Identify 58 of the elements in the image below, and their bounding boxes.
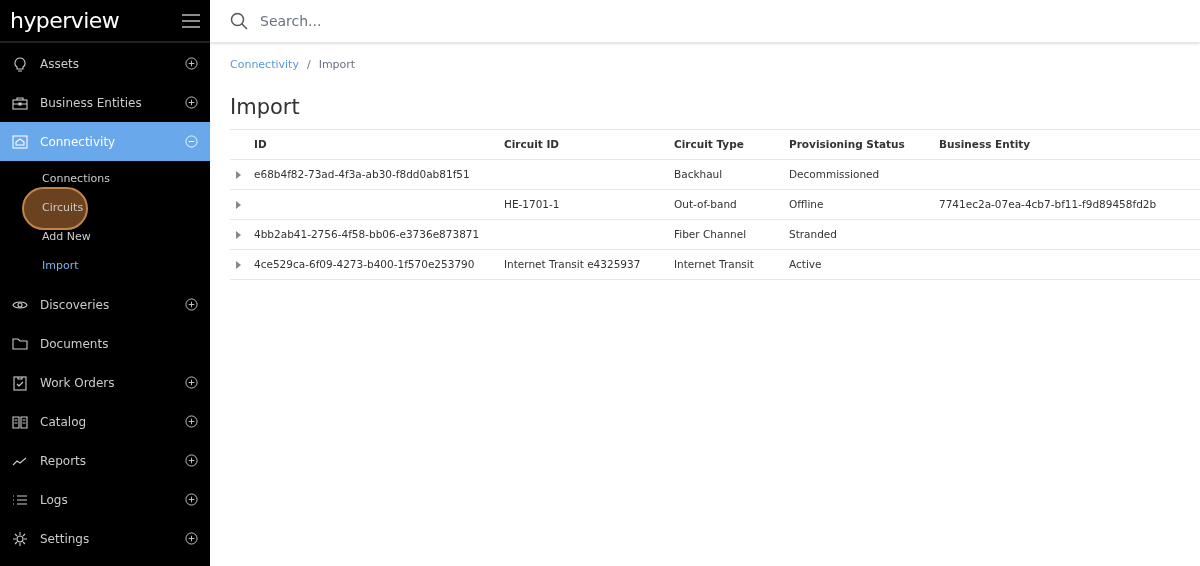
submenu-item[interactable]: Add New bbox=[42, 229, 91, 246]
expand-icon[interactable] bbox=[185, 57, 198, 70]
column-header: Provisioning Status bbox=[789, 137, 905, 150]
folder-icon bbox=[12, 335, 28, 352]
expand-row-icon[interactable] bbox=[236, 170, 241, 179]
table-cell: HE-1701-1 bbox=[504, 197, 560, 210]
table-cell: 4ce529ca-6f09-4273-b400-1f570e253790 bbox=[254, 257, 475, 270]
column-header: ID bbox=[254, 137, 267, 150]
column-header: Circuit Type bbox=[674, 137, 744, 150]
table-cell: Internet Transit bbox=[674, 257, 754, 270]
column-header: Business Entity bbox=[939, 137, 1031, 150]
lightbulb-icon bbox=[12, 55, 28, 72]
table-cell: Active bbox=[789, 257, 822, 270]
expand-icon[interactable] bbox=[185, 376, 198, 389]
logo[interactable]: hyperview bbox=[10, 4, 120, 37]
expand-icon[interactable] bbox=[185, 493, 198, 506]
expand-row-icon[interactable] bbox=[236, 200, 241, 209]
table-cell: 4bb2ab41-2756-4f58-bb06-e3736e873871 bbox=[254, 227, 480, 240]
table-cell: Internet Transit e4325937 bbox=[504, 257, 641, 270]
sidebar-item[interactable]: Reports bbox=[0, 441, 210, 480]
expand-icon[interactable] bbox=[185, 96, 198, 109]
column-header: Circuit ID bbox=[504, 137, 560, 150]
book-icon bbox=[12, 413, 28, 430]
table-cell: Offline bbox=[789, 197, 824, 210]
sidebar-item[interactable]: Settings bbox=[0, 519, 210, 558]
sidebar-item[interactable]: Business Entities bbox=[0, 83, 210, 122]
table-cell: Backhaul bbox=[674, 167, 723, 180]
table-cell: 7741ec2a-07ea-4cb7-bf11-f9d89458fd2b bbox=[939, 197, 1157, 210]
search-field[interactable]: Search... bbox=[260, 10, 1180, 32]
expand-row-icon[interactable] bbox=[236, 230, 241, 239]
table-cell: Fiber Channel bbox=[674, 227, 747, 240]
table-cell: e68b4f82-73ad-4f3a-ab30-f8dd0ab81f51 bbox=[254, 167, 470, 180]
sidebar-item[interactable]: Documents bbox=[0, 324, 210, 363]
expand-icon[interactable] bbox=[185, 415, 198, 428]
sidebar-item[interactable]: Work Orders bbox=[0, 363, 210, 402]
expand-row-icon[interactable] bbox=[236, 260, 241, 269]
table-cell: Decommissioned bbox=[789, 167, 880, 180]
submenu-item[interactable]: Import bbox=[42, 258, 79, 275]
settings-icon bbox=[12, 530, 28, 547]
expand-icon[interactable] bbox=[185, 298, 198, 311]
breadcrumb-separator: / bbox=[306, 57, 311, 73]
clipboard-icon bbox=[12, 374, 28, 391]
sidebar-item[interactable]: Logs bbox=[0, 480, 210, 519]
sidebar-item[interactable]: Assets bbox=[0, 44, 210, 83]
page-title: Import bbox=[230, 93, 301, 121]
submenu-item[interactable]: Circuits bbox=[42, 200, 84, 217]
expand-icon[interactable] bbox=[185, 454, 198, 467]
briefcase-icon bbox=[12, 94, 28, 111]
sidebar-item[interactable]: Catalog bbox=[0, 402, 210, 441]
network-icon bbox=[12, 133, 28, 150]
expand-icon[interactable] bbox=[185, 532, 198, 545]
submenu-item[interactable]: Connections bbox=[42, 171, 110, 188]
search-icon bbox=[230, 12, 248, 30]
breadcrumb-current: Import bbox=[318, 57, 356, 73]
sidebar-item[interactable]: Discoveries bbox=[0, 285, 210, 324]
table-cell: Out-of-band bbox=[674, 197, 737, 210]
table-cell: Stranded bbox=[789, 227, 837, 240]
menu-icon[interactable] bbox=[182, 13, 200, 28]
